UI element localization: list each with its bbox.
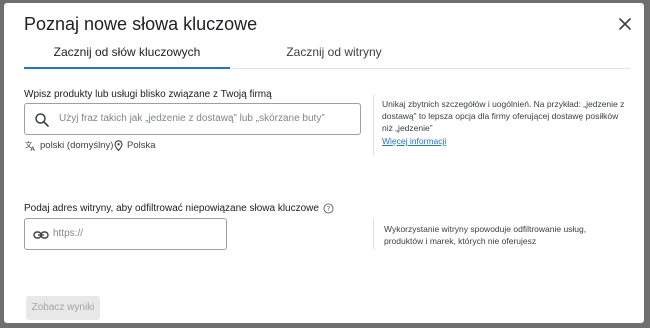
svg-text:A: A <box>31 145 36 151</box>
tab-website[interactable]: Zacznij od witryny <box>234 37 434 68</box>
language-label: polski (domyślny) <box>40 140 114 151</box>
keywords-input[interactable]: Użyj fraz takich jak „jedzenie z dostawą… <box>24 103 361 135</box>
location-selector[interactable]: Polska <box>114 140 156 152</box>
more-info-link[interactable]: Więcej informacji <box>382 136 446 146</box>
website-label: Podaj adres witryny, aby odfiltrować nie… <box>24 203 319 214</box>
search-icon <box>34 112 50 128</box>
svg-text:?: ? <box>327 205 331 213</box>
see-results-button[interactable]: Zobacz wyniki <box>26 296 100 320</box>
keywords-placeholder: Użyj fraz takich jak „jedzenie z dostawą… <box>59 113 325 124</box>
active-tab-indicator <box>24 67 230 69</box>
website-placeholder: https:// <box>53 228 84 239</box>
close-icon[interactable] <box>615 14 635 34</box>
tab-bar: Zacznij od słów kluczowych Zacznij od wi… <box>24 37 630 69</box>
language-selector[interactable]: 文 A polski (domyślny) <box>25 140 114 153</box>
section-divider <box>373 95 374 155</box>
keyword-ideas-dialog: Poznaj nowe słowa kluczowe Zacznij od sł… <box>4 3 644 323</box>
location-label: Polska <box>127 140 156 151</box>
website-label-row: Podaj adres witryny, aby odfiltrować nie… <box>24 203 334 214</box>
keywords-label: Wpisz produkty lub usługi blisko związan… <box>24 89 272 100</box>
tab-keywords[interactable]: Zacznij od słów kluczowych <box>24 37 230 69</box>
section-divider-2 <box>373 219 374 249</box>
translate-icon: 文 A <box>25 140 36 153</box>
website-input[interactable]: https:// <box>24 218 227 250</box>
dialog-title: Poznaj nowe słowa kluczowe <box>24 14 258 34</box>
help-icon[interactable]: ? <box>323 203 334 214</box>
keywords-hint: Unikaj zbytnich szczegółów i uogólnień. … <box>382 99 625 133</box>
tab-keywords-label: Zacznij od słów kluczowych <box>53 45 201 59</box>
location-pin-icon <box>114 140 123 152</box>
link-icon <box>33 228 49 242</box>
tab-website-label: Zacznij od witryny <box>286 45 382 59</box>
website-hint: Wykorzystanie witryny spowoduje odfiltro… <box>384 224 587 246</box>
